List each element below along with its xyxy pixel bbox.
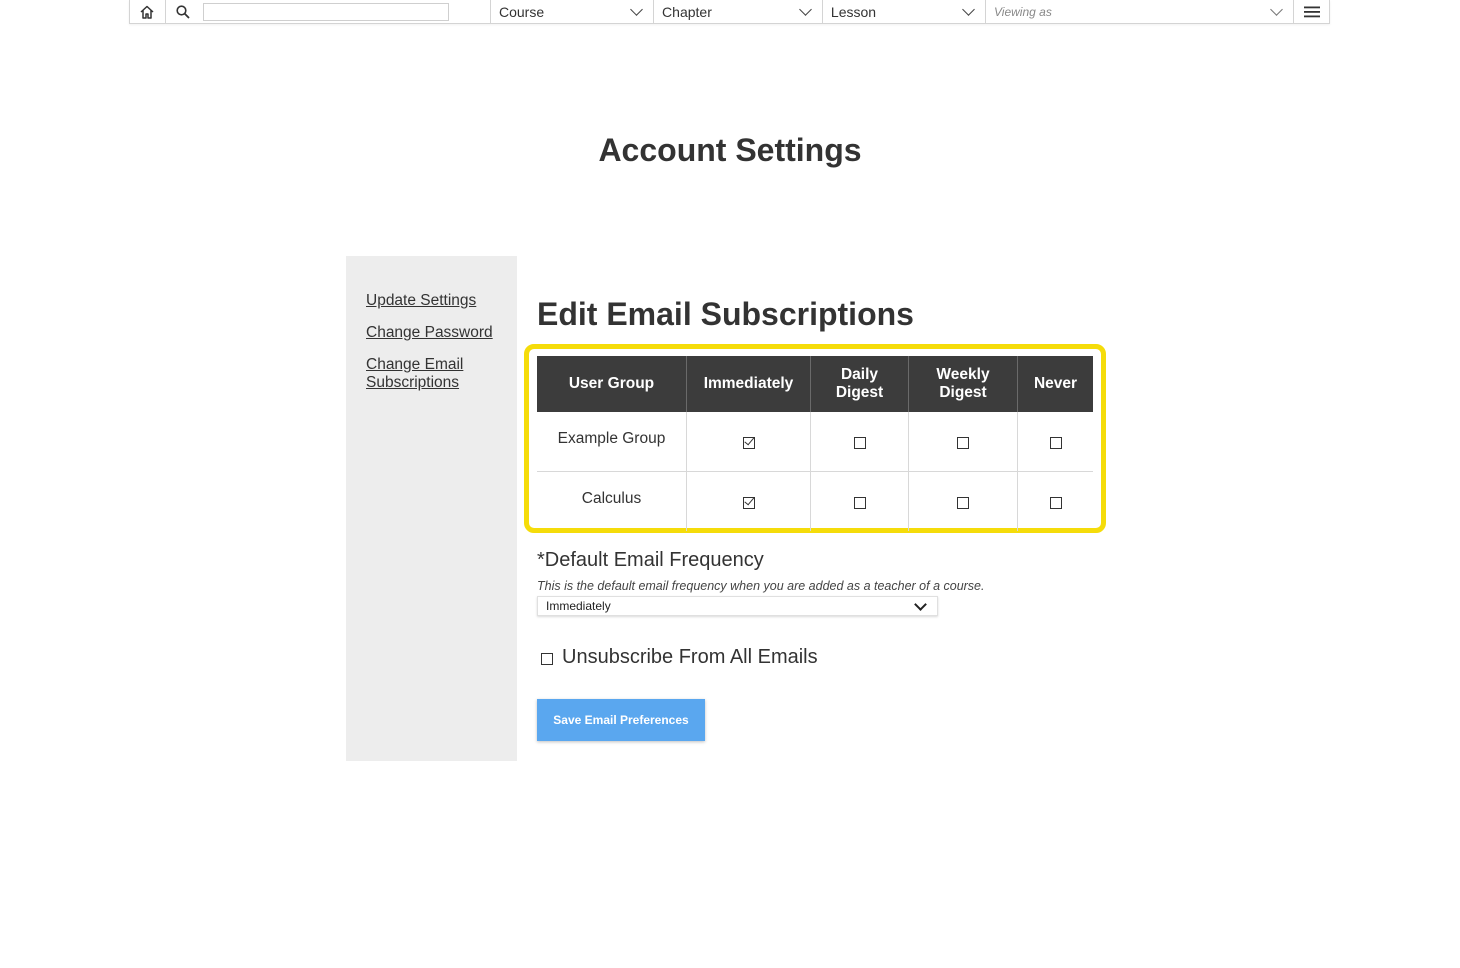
page-title: Account Settings — [598, 132, 862, 168]
section-title: Edit Email Subscriptions — [537, 296, 914, 332]
viewing-as-placeholder: Viewing as — [994, 4, 1052, 19]
save-email-preferences-button[interactable]: Save Email Preferences — [537, 699, 705, 741]
default-frequency-help-text: This is the default email frequency when… — [537, 579, 985, 593]
search-input[interactable] — [202, 2, 449, 21]
home-icon — [140, 5, 154, 19]
checkbox-immediately[interactable] — [742, 437, 755, 450]
checkbox-weekly-digest[interactable] — [957, 497, 969, 510]
table-header-row: User Group Immediately Daily Digest Week… — [537, 356, 1093, 412]
settings-sidebar: Update Settings Change Password Change E… — [346, 256, 517, 761]
top-toolbar: Course Chapter Lesson Viewing as — [129, 0, 1330, 24]
chevron-down-icon — [962, 3, 975, 16]
unsubscribe-all-checkbox[interactable] — [541, 652, 553, 665]
lesson-select-label: Lesson — [830, 3, 877, 20]
user-group-name: Calculus — [537, 471, 687, 531]
cell-immediately — [686, 412, 811, 472]
column-header-user-group: User Group — [537, 356, 687, 412]
chapter-select[interactable]: Chapter — [654, 0, 823, 23]
unsubscribe-all-label: Unsubscribe From All Emails — [562, 646, 818, 668]
column-header-daily-digest: Daily Digest — [810, 356, 909, 412]
course-select[interactable]: Course — [491, 0, 655, 23]
viewing-as-select[interactable]: Viewing as — [986, 0, 1295, 23]
column-header-weekly-digest: Weekly Digest — [908, 356, 1018, 412]
search-icon — [176, 4, 190, 19]
default-frequency-select[interactable]: Immediately — [537, 596, 938, 616]
cell-never — [1017, 412, 1093, 472]
checkbox-weekly-digest[interactable] — [957, 437, 969, 450]
sidebar-item-change-password[interactable]: Change Password — [366, 324, 517, 342]
sidebar-item-change-email-subscriptions[interactable]: Change Email Subscriptions — [366, 356, 486, 392]
course-select-label: Course — [498, 3, 545, 20]
checkbox-never[interactable] — [1049, 497, 1062, 510]
sidebar-item-update-settings[interactable]: Update Settings — [366, 292, 517, 310]
table-row: Example Group — [537, 412, 1093, 472]
chevron-down-icon — [1270, 3, 1284, 16]
checkbox-immediately[interactable] — [742, 497, 755, 510]
default-frequency-value: Immediately — [546, 599, 611, 613]
column-header-immediately: Immediately — [686, 356, 811, 412]
cell-weekly-digest — [908, 471, 1018, 531]
column-header-never: Never — [1017, 356, 1093, 412]
user-group-name: Example Group — [537, 412, 687, 472]
cell-immediately — [686, 471, 811, 531]
cell-weekly-digest — [908, 412, 1018, 472]
cell-daily-digest — [810, 471, 909, 531]
checkbox-daily-digest[interactable] — [853, 437, 866, 450]
chevron-down-icon — [914, 597, 927, 611]
search-field-wrapper — [201, 0, 491, 23]
hamburger-menu-icon — [1303, 6, 1320, 17]
chevron-down-icon — [799, 3, 812, 16]
subscriptions-table: User Group Immediately Daily Digest Week… — [537, 356, 1093, 531]
cell-never — [1018, 472, 1094, 532]
search-button[interactable] — [166, 0, 201, 23]
home-button[interactable] — [130, 0, 166, 23]
checkbox-never[interactable] — [1049, 437, 1062, 450]
default-frequency-label: *Default Email Frequency — [537, 549, 764, 571]
lesson-select[interactable]: Lesson — [823, 0, 986, 23]
menu-button[interactable] — [1294, 0, 1329, 23]
checkbox-daily-digest[interactable] — [853, 497, 866, 510]
cell-daily-digest — [810, 412, 909, 472]
chevron-down-icon — [630, 3, 643, 16]
unsubscribe-all-option[interactable]: Unsubscribe From All Emails — [541, 646, 818, 669]
table-row: Calculus — [537, 471, 1094, 532]
chapter-select-label: Chapter — [662, 3, 712, 20]
